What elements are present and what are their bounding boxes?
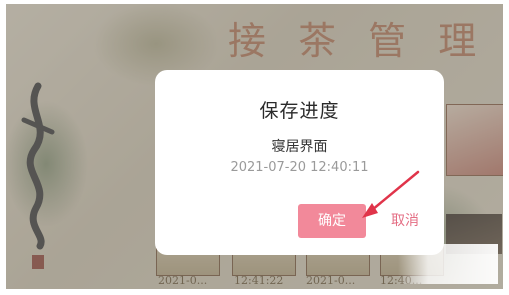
confirm-button[interactable]: 确定 xyxy=(298,204,366,238)
dialog-subtitle: 寝居界面 xyxy=(271,139,328,155)
cancel-button[interactable]: 取消 xyxy=(380,204,430,238)
save-progress-dialog: 保存进度 寝居界面 2021-07-20 12:40:11 确定 取消 xyxy=(155,70,444,255)
dialog-timestamp: 2021-07-20 12:40:11 xyxy=(230,160,369,175)
dialog-title: 保存进度 xyxy=(259,100,340,122)
